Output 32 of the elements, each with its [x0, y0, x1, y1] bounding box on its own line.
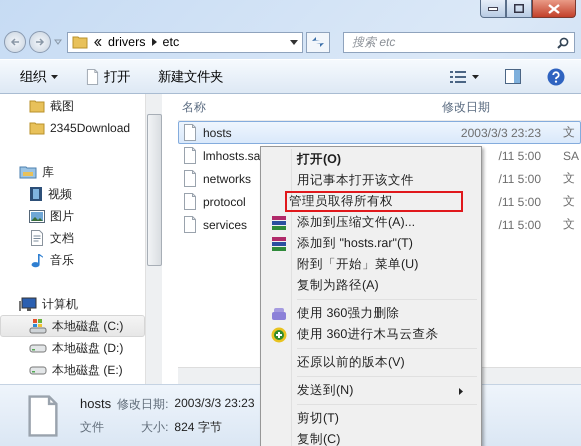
table-cell: 文 [563, 216, 575, 233]
size-value: 824 字节 [174, 419, 223, 436]
file-name: services [203, 218, 248, 232]
sidebar-label: 视频 [48, 186, 72, 202]
modified-date: /11 5:00 [498, 218, 541, 232]
table-cell: 文 [563, 124, 575, 141]
modified-date: /11 5:00 [498, 172, 541, 186]
modified-label: 修改日期: [117, 396, 168, 413]
file-name: lmhosts.sa [203, 148, 260, 162]
sidebar-label: 文档 [50, 230, 74, 246]
file-name: networks [203, 172, 252, 186]
sidebar-label: 音乐 [50, 252, 74, 268]
modified-date: 2003/3/3 23:23 [460, 126, 541, 140]
file-type: 文件 [80, 419, 105, 436]
size-label: 大小: [140, 419, 168, 436]
table-cell: 文 [563, 193, 575, 210]
table-cell: 文 [563, 170, 575, 187]
sidebar-label: 截图 [50, 98, 74, 114]
modified-date: /11 5:00 [498, 194, 541, 208]
sidebar-label: 库 [42, 164, 54, 180]
modified-value: 2003/3/3 23:23 [174, 396, 254, 412]
file-name: hosts [203, 126, 232, 140]
file-name: hosts [80, 396, 112, 413]
sidebar-label: 本地磁盘 (E:) [52, 362, 123, 378]
sidebar-label: 计算机 [42, 296, 78, 312]
file-name: protocol [203, 194, 246, 208]
table-cell: SA [563, 148, 580, 162]
sidebar-label: 本地磁盘 (D:) [52, 340, 124, 356]
modified-date: /11 5:00 [498, 148, 541, 162]
sidebar-label: 本地磁盘 (C:) [52, 318, 124, 334]
sidebar-label: 2345Download [50, 121, 130, 135]
sidebar-label: 图片 [50, 208, 74, 224]
